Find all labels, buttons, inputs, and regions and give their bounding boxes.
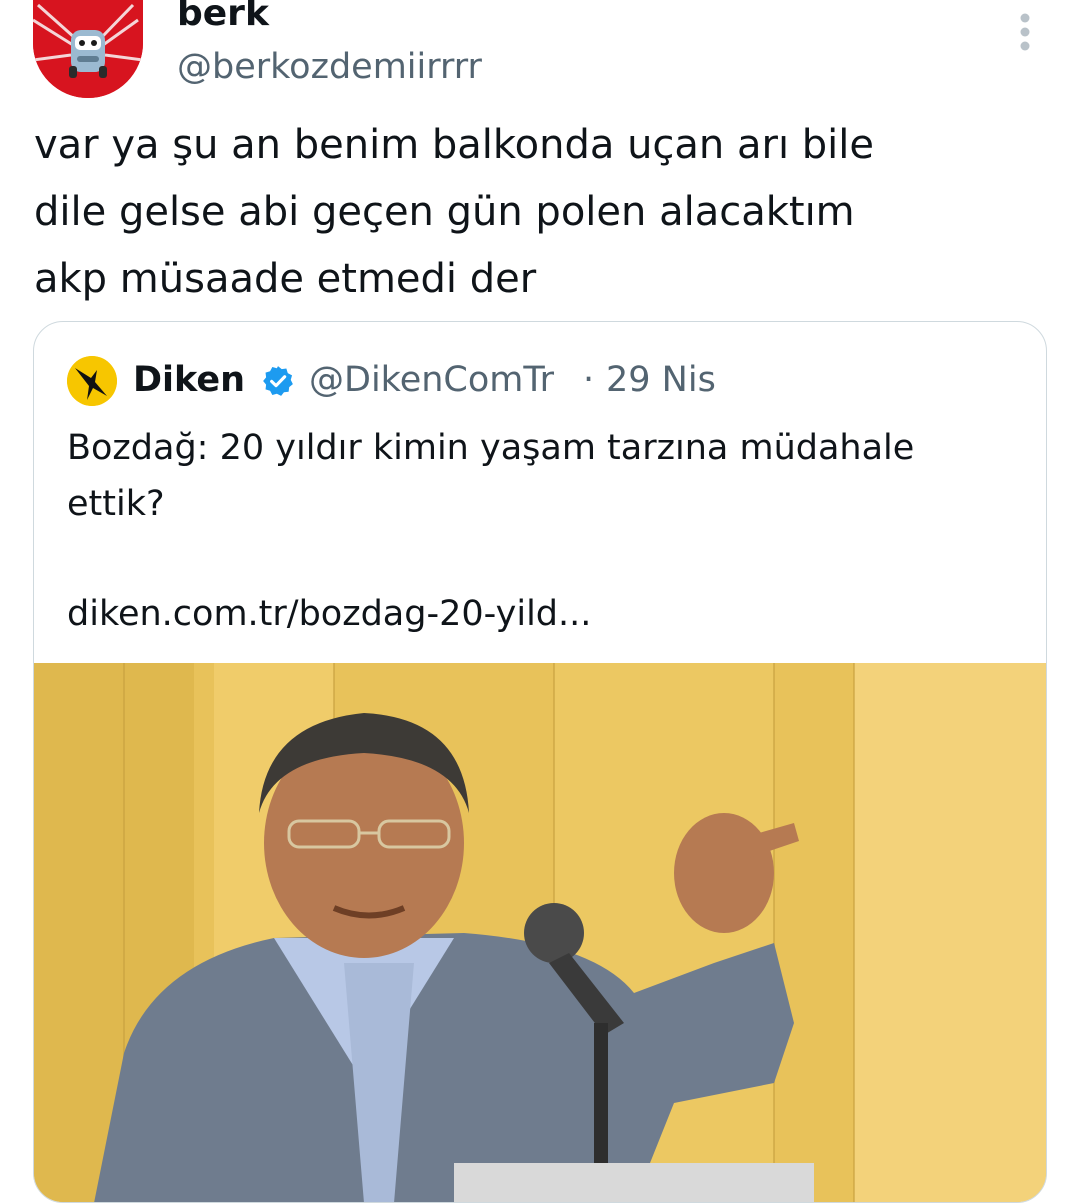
- quoted-photo[interactable]: [34, 663, 1046, 1202]
- tweet: berk @berkozdemiirrrr var ya şu an benim…: [0, 0, 1080, 1203]
- quoted-text-line: ettik?: [67, 484, 165, 524]
- tweet-text-line: dile gelse abi geçen gün polen alacaktım: [34, 189, 855, 235]
- diken-logo-avatar[interactable]: [67, 356, 117, 406]
- more-vertical-icon[interactable]: [1008, 10, 1042, 58]
- quoted-link[interactable]: diken.com.tr/bozdag-20-yild...: [67, 586, 591, 642]
- tweet-text-line: akp müsaade etmedi der: [34, 256, 537, 302]
- quoted-display-name[interactable]: Diken: [133, 355, 245, 405]
- user-avatar[interactable]: [33, 0, 143, 98]
- quoted-date[interactable]: 29 Nis: [606, 355, 716, 405]
- verified-badge-icon: [261, 364, 295, 398]
- separator-dot: ·: [583, 360, 595, 400]
- quoted-text: Bozdağ: 20 yıldır kimin yaşam tarzına mü…: [67, 420, 1017, 532]
- quoted-handle[interactable]: @DikenComTr: [309, 355, 554, 405]
- tweet-text-line: var ya şu an benim balkonda uçan arı bil…: [34, 122, 874, 168]
- user-handle[interactable]: @berkozdemiirrrr: [177, 44, 482, 90]
- quoted-text-line: Bozdağ: 20 yıldır kimin yaşam tarzına mü…: [67, 428, 915, 468]
- quoted-tweet-card[interactable]: Diken @DikenComTr · 29 Nis Bozdağ: 20 yı…: [33, 321, 1047, 1203]
- display-name[interactable]: berk: [177, 0, 269, 38]
- tweet-text: var ya şu an benim balkonda uçan arı bil…: [34, 112, 1034, 313]
